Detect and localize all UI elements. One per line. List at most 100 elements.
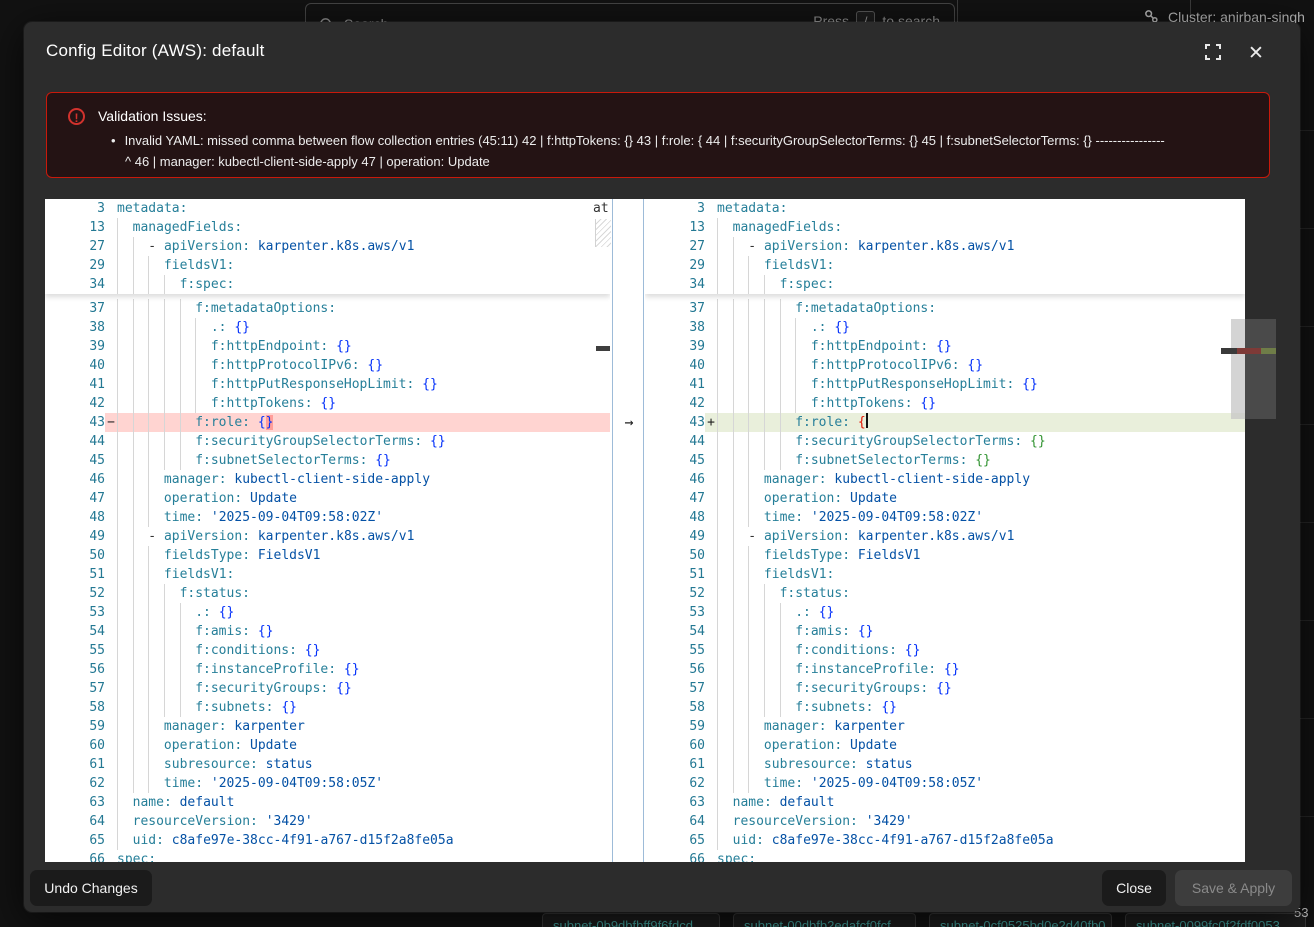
- code-line: 61 subresource: status: [645, 755, 1245, 774]
- code-line: 39 f:httpEndpoint: {}: [45, 337, 610, 356]
- code-line: 47 operation: Update: [45, 489, 610, 508]
- code-line: 48 time: '2025-09-04T09:58:02Z': [45, 508, 610, 527]
- line-number: 42: [645, 394, 705, 413]
- line-number: 62: [645, 774, 705, 793]
- subnet-chip: subnet-0099fc0f2fdf0053: [1125, 913, 1306, 927]
- code-line: 42 f:httpTokens: {}: [645, 394, 1245, 413]
- line-number: 63: [645, 793, 705, 812]
- line-number: 46: [645, 470, 705, 489]
- line-number: 37: [645, 299, 705, 318]
- line-number: 57: [45, 679, 105, 698]
- yaml-diff-editor[interactable]: 3metadata:13 managedFields:27 - apiVersi…: [45, 199, 1245, 862]
- code-line: 37 f:metadataOptions:: [645, 299, 1245, 318]
- code-line: 40 f:httpProtocolIPv6: {}: [45, 356, 610, 375]
- code-line: 53 .: {}: [45, 603, 610, 622]
- undo-changes-button[interactable]: Undo Changes: [30, 870, 152, 906]
- code-line: 54 f:amis: {}: [45, 622, 610, 641]
- code-line: 44 f:securityGroupSelectorTerms: {}: [645, 432, 1245, 451]
- close-button[interactable]: Close: [1102, 870, 1166, 906]
- code-line: 45 f:subnetSelectorTerms: {}: [645, 451, 1245, 470]
- code-line: 46 manager: kubectl-client-side-apply: [45, 470, 610, 489]
- close-icon[interactable]: ✕: [1245, 43, 1267, 65]
- line-number: 53: [45, 603, 105, 622]
- screen: Search Press / to search Cluster: anirba…: [0, 0, 1314, 927]
- background-row-divider: [1300, 130, 1314, 131]
- editor-scrollbar[interactable]: [1231, 319, 1245, 419]
- line-number: 64: [45, 812, 105, 831]
- line-number: 58: [645, 698, 705, 717]
- background-row-divider: [1300, 522, 1314, 523]
- line-number: 41: [45, 375, 105, 394]
- fullscreen-icon[interactable]: [1204, 43, 1226, 65]
- code-line: 60 operation: Update: [45, 736, 610, 755]
- line-number: 46: [45, 470, 105, 489]
- code-line: 27 - apiVersion: karpenter.k8s.aws/v1: [645, 237, 1245, 256]
- code-line: 34 f:spec:: [45, 275, 610, 294]
- code-line: 51 fieldsV1:: [645, 565, 1245, 584]
- subnet-chip: subnet-0b9dbfbff9f6fdcd: [542, 913, 720, 927]
- code-line: 66spec:: [645, 850, 1245, 862]
- overview-ruler-shadow: [1221, 348, 1237, 354]
- code-line: 47 operation: Update: [645, 489, 1245, 508]
- line-number: 34: [645, 275, 705, 294]
- code-line: 59 manager: karpenter: [45, 717, 610, 736]
- diff-original-pane[interactable]: 3metadata:13 managedFields:27 - apiVersi…: [45, 199, 610, 862]
- code-line: 38 .: {}: [45, 318, 610, 337]
- overview-ruler-added-mark: [1261, 348, 1276, 354]
- background-row-divider: [1300, 326, 1314, 327]
- line-number: 56: [45, 660, 105, 679]
- config-editor-dialog: Config Editor (AWS): default ✕ ! Validat…: [24, 22, 1300, 912]
- code-line: 46 manager: kubectl-client-side-apply: [645, 470, 1245, 489]
- line-number: 45: [45, 451, 105, 470]
- line-number: 62: [45, 774, 105, 793]
- line-number: 60: [645, 736, 705, 755]
- code-line: 29 fieldsV1:: [645, 256, 1245, 275]
- line-number: 45: [645, 451, 705, 470]
- diff-sash[interactable]: [610, 199, 645, 862]
- subnet-chip: subnet-0cf0525bd0e2d40fb0: [929, 913, 1112, 927]
- validation-title: Validation Issues:: [98, 108, 207, 124]
- code-line: 58 f:subnets: {}: [45, 698, 610, 717]
- clipped-code-fragment: at: [593, 201, 609, 216]
- line-number: 54: [45, 622, 105, 641]
- line-number: 61: [45, 755, 105, 774]
- code-line: 58 f:subnets: {}: [645, 698, 1245, 717]
- code-line: 57 f:securityGroups: {}: [45, 679, 610, 698]
- line-number: 40: [45, 356, 105, 375]
- line-number: 37: [45, 299, 105, 318]
- line-number: 29: [645, 256, 705, 275]
- code-line: 55 f:conditions: {}: [45, 641, 610, 660]
- line-number: 29: [45, 256, 105, 275]
- line-number: 39: [45, 337, 105, 356]
- line-number: 39: [645, 337, 705, 356]
- code-line: 45 f:subnetSelectorTerms: {}: [45, 451, 610, 470]
- sticky-scroll-right: 3metadata:13 managedFields:27 - apiVersi…: [645, 199, 1245, 294]
- code-line: 50 fieldsType: FieldsV1: [45, 546, 610, 565]
- code-line: 53 .: {}: [645, 603, 1245, 622]
- scrollbar-slider-hover[interactable]: [1245, 319, 1276, 419]
- line-number: 42: [45, 394, 105, 413]
- code-line: 52 f:status:: [645, 584, 1245, 603]
- code-line: 64 resourceVersion: '3429': [645, 812, 1245, 831]
- line-number: 47: [645, 489, 705, 508]
- line-number: 51: [45, 565, 105, 584]
- revert-change-arrow-icon[interactable]: →: [617, 413, 641, 432]
- diff-diagonal-fill: [595, 219, 611, 247]
- validation-banner: ! Validation Issues: Invalid YAML: misse…: [46, 92, 1270, 178]
- line-number: 48: [645, 508, 705, 527]
- diff-modified-pane[interactable]: 3metadata:13 managedFields:27 - apiVersi…: [645, 199, 1245, 862]
- code-line: 3metadata:: [45, 199, 610, 218]
- code-line: 62 time: '2025-09-04T09:58:05Z': [45, 774, 610, 793]
- line-number: 27: [45, 237, 105, 256]
- code-line: 66spec:: [45, 850, 610, 862]
- sticky-scroll-left: 3metadata:13 managedFields:27 - apiVersi…: [45, 199, 610, 294]
- line-number: 51: [645, 565, 705, 584]
- line-number: 64: [645, 812, 705, 831]
- line-number: 41: [645, 375, 705, 394]
- overview-ruler-mark-left: [596, 346, 610, 351]
- subnet-chip-row: subnet-0b9dbfbff9f6fdcd subnet-00dbfb2eda…: [0, 912, 1314, 927]
- code-line: 50 fieldsType: FieldsV1: [645, 546, 1245, 565]
- subnet-chip: subnet-00dbfb2edafcf0fcf: [733, 913, 916, 927]
- save-apply-button[interactable]: Save & Apply: [1175, 870, 1292, 906]
- code-line: 41 f:httpPutResponseHopLimit: {}: [645, 375, 1245, 394]
